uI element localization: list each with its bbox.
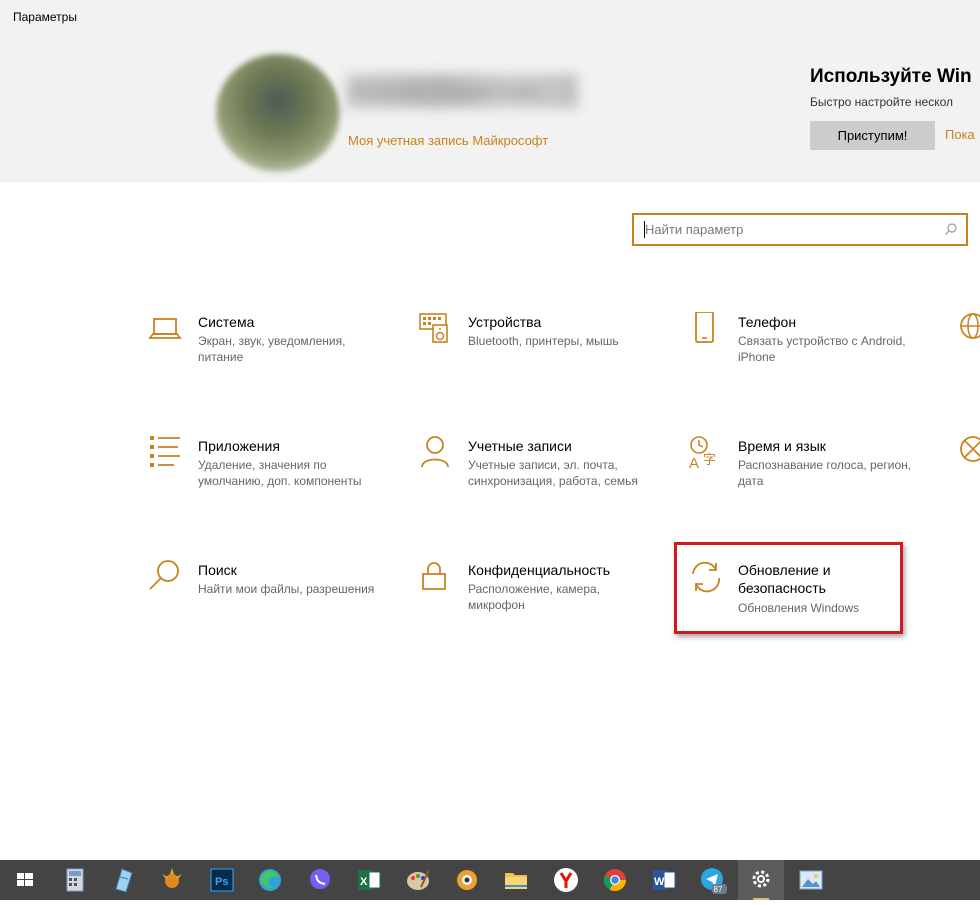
notepad-icon[interactable] bbox=[108, 865, 138, 895]
tile-privacy[interactable]: Конфиденциальность Расположение, камера,… bbox=[418, 560, 653, 620]
tile-apps[interactable]: Приложения Удаление, значения по умолчан… bbox=[148, 436, 383, 496]
title-bar: Параметры bbox=[0, 0, 980, 34]
tile-accounts-desc: Учетные записи, эл. почта, синхронизация… bbox=[468, 458, 638, 488]
tile-devices[interactable]: Устройства Bluetooth, принтеры, мышь bbox=[418, 312, 653, 372]
taskbar: Ps X W 87 bbox=[0, 860, 980, 900]
tile-privacy-name: Конфиденциальность bbox=[468, 562, 611, 578]
microsoft-account-link[interactable]: Моя учетная запись Майкрософт bbox=[348, 133, 548, 148]
tile-phone-desc: Связать устройство с Android, iPhone bbox=[738, 334, 906, 364]
excel-icon[interactable]: X bbox=[354, 865, 384, 895]
calculator-icon[interactable] bbox=[60, 865, 90, 895]
phone-icon bbox=[695, 312, 714, 343]
tile-time-language-desc: Распознавание голоса, регион, дата bbox=[738, 458, 912, 488]
search-placeholder: Найти параметр bbox=[645, 222, 744, 237]
yandex-icon[interactable] bbox=[551, 865, 581, 895]
image-viewer-icon[interactable] bbox=[796, 865, 826, 895]
promo-later-link[interactable]: Пока bbox=[945, 127, 975, 142]
tile-privacy-desc: Расположение, камера, микрофон bbox=[468, 582, 601, 612]
search-input[interactable]: Найти параметр bbox=[632, 213, 968, 246]
tile-system-desc: Экран, звук, уведомления, питание bbox=[198, 334, 346, 364]
promo-start-button[interactable]: Приступим! bbox=[810, 121, 935, 150]
tile-accounts[interactable]: Учетные записи Учетные записи, эл. почта… bbox=[418, 436, 653, 496]
lock-icon bbox=[422, 562, 446, 590]
tile-phone-name: Телефон bbox=[738, 314, 797, 330]
magnifier-icon bbox=[149, 560, 179, 590]
avatar[interactable] bbox=[216, 54, 340, 172]
search-icon[interactable] bbox=[944, 222, 958, 241]
windows-start-icon[interactable] bbox=[10, 865, 40, 895]
paint-icon[interactable] bbox=[403, 865, 433, 895]
photoshop-icon[interactable]: Ps bbox=[207, 865, 237, 895]
account-header: Ксения Гаврилова Моя учетная запись Майк… bbox=[0, 34, 980, 182]
tile-accounts-name: Учетные записи bbox=[468, 438, 572, 454]
settings-icon[interactable] bbox=[738, 860, 784, 900]
laptop-icon bbox=[148, 318, 182, 339]
svg-text:X: X bbox=[360, 876, 368, 888]
user-name: Ксения Гаврилова bbox=[346, 74, 578, 108]
svg-text:字: 字 bbox=[703, 452, 716, 467]
svg-text:A: A bbox=[689, 455, 699, 472]
word-icon[interactable]: W bbox=[649, 865, 679, 895]
explorer-icon[interactable] bbox=[501, 865, 531, 895]
tile-search[interactable]: Поиск Найти мои файлы, разрешения bbox=[148, 560, 383, 620]
tile-time-language[interactable]: A 字 Время и язык Распознавание голоса, р… bbox=[688, 436, 923, 496]
tile-devices-name: Устройства bbox=[468, 314, 542, 330]
promo-subtitle: Быстро настройте нескол bbox=[810, 95, 953, 109]
telegram-badge: 87 bbox=[714, 885, 723, 894]
xbox-icon[interactable] bbox=[958, 434, 980, 464]
tile-system[interactable]: Система Экран, звук, уведомления, питани… bbox=[148, 312, 383, 372]
telegram-icon[interactable]: 87 bbox=[698, 865, 728, 895]
svg-text:W: W bbox=[654, 876, 665, 888]
tile-search-desc: Найти мои файлы, разрешения bbox=[198, 582, 375, 596]
edge-icon[interactable] bbox=[255, 865, 285, 895]
tile-time-language-name: Время и язык bbox=[738, 438, 826, 454]
apps-list-icon bbox=[150, 436, 180, 467]
keyboard-speaker-icon bbox=[419, 313, 448, 343]
highlight-frame bbox=[674, 542, 903, 634]
tile-apps-name: Приложения bbox=[198, 438, 280, 454]
tile-apps-desc: Удаление, значения по умолчанию, доп. ко… bbox=[198, 458, 362, 488]
viber-icon[interactable] bbox=[305, 865, 335, 895]
globe-icon[interactable] bbox=[958, 311, 980, 341]
webcam-app-icon[interactable] bbox=[452, 865, 482, 895]
tile-system-name: Система bbox=[198, 314, 255, 330]
tile-phone[interactable]: Телефон Связать устройство с Android, iP… bbox=[688, 312, 923, 372]
person-icon bbox=[421, 436, 449, 468]
chrome-icon[interactable] bbox=[600, 865, 630, 895]
tile-devices-desc: Bluetooth, принтеры, мышь bbox=[468, 334, 619, 348]
tile-search-name: Поиск bbox=[198, 562, 237, 578]
sun-app-icon[interactable] bbox=[157, 865, 187, 895]
window-title: Параметры bbox=[13, 10, 77, 24]
time-language-icon: A 字 bbox=[689, 436, 716, 472]
promo-title: Используйте Win bbox=[810, 66, 972, 87]
svg-text:Ps: Ps bbox=[215, 876, 228, 888]
